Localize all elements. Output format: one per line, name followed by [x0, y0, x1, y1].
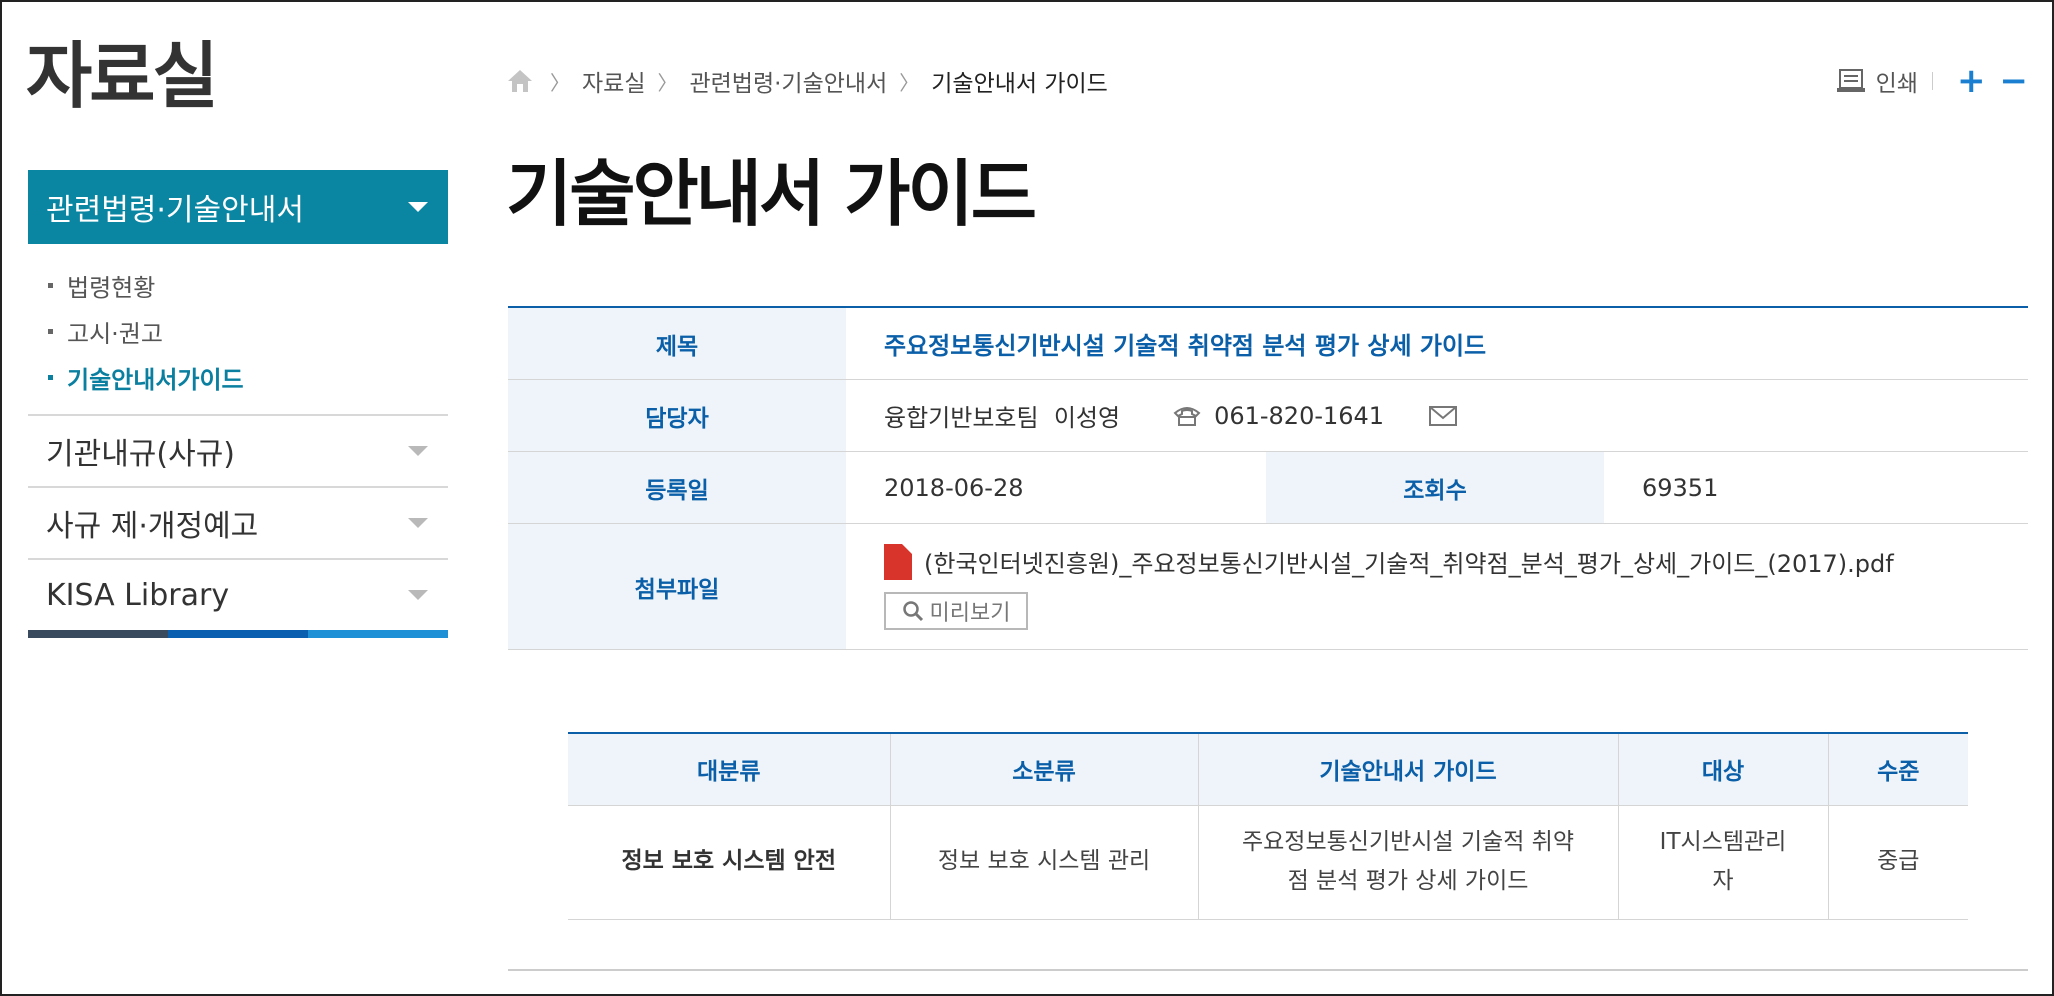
- content-bottom-divider: [508, 969, 2028, 971]
- detail-row-manager: 담당자 융합기반보호팀 이성영 061-820-1641: [508, 380, 2028, 452]
- attachment-cell: (한국인터넷진흥원)_주요정보통신기반시설_기술적_취약점_분석_평가_상세_가…: [846, 524, 1894, 649]
- phone-icon: [1172, 405, 1202, 427]
- column-header: 대상: [1617, 733, 1828, 806]
- bar-segment: [308, 630, 448, 638]
- preview-label: 미리보기: [929, 600, 1011, 626]
- detail-label: 담당자: [508, 380, 846, 451]
- cell-level: 중급: [1827, 805, 1968, 920]
- table-header-row: 대분류 소분류 기술안내서 가이드 대상 수준: [568, 733, 1968, 806]
- home-icon[interactable]: [506, 68, 534, 94]
- breadcrumb-separator: 〉: [550, 70, 570, 95]
- document-title: 주요정보통신기반시설 기술적 취약점 분석 평가 상세 가이드: [884, 332, 1487, 360]
- sidebar-item-label: KISA Library: [46, 577, 230, 613]
- phone-number: 061-820-1641: [1214, 401, 1385, 430]
- chevron-down-icon: [408, 202, 428, 212]
- zoom-in-button[interactable]: +: [1957, 64, 1986, 98]
- page-title: 기술안내서 가이드: [506, 152, 1037, 236]
- search-icon: [902, 600, 923, 621]
- breadcrumb: 〉 자료실 〉 관련법령·기술안내서 〉 기술안내서 가이드: [506, 64, 1108, 98]
- target-line-2: 자: [1712, 868, 1734, 894]
- registration-date: 2018-06-28: [884, 473, 1024, 502]
- cell-minor-category: 정보 보호 시스템 관리: [889, 805, 1198, 920]
- chevron-down-icon: [408, 518, 428, 528]
- sidebar-subitem-guides[interactable]: 기술안내서가이드: [48, 354, 448, 400]
- sidebar-bottom-bar: [28, 630, 448, 638]
- attachment-filename: (한국인터넷진흥원)_주요정보통신기반시설_기술적_취약점_분석_평가_상세_가…: [924, 550, 1894, 578]
- detail-table: 제목 주요정보통신기반시설 기술적 취약점 분석 평가 상세 가이드 담당자 융…: [508, 306, 2028, 650]
- sidebar-submenu: 법령현황 고시·권고 기술안내서가이드: [28, 244, 448, 414]
- detail-value: 융합기반보호팀 이성영 061-820-1641: [846, 380, 2028, 451]
- sidebar-subitem-label: 법령현황: [67, 273, 156, 302]
- sidebar-nav: 관련법령·기술안내서 법령현황 고시·권고 기술안내서가이드 기관내규(사규) …: [28, 170, 448, 638]
- manager-name: 융합기반보호팀 이성영: [884, 404, 1121, 432]
- breadcrumb-separator: 〉: [657, 70, 678, 95]
- section-title: 자료실: [26, 34, 219, 118]
- table-row: 정보 보호 시스템 안전 정보 보호 시스템 관리 주요정보통신기반시설 기술적…: [568, 805, 1968, 920]
- column-header: 대분류: [568, 733, 890, 806]
- print-label: 인쇄: [1875, 71, 1918, 97]
- print-button[interactable]: 인쇄: [1836, 64, 1918, 98]
- chevron-down-icon: [408, 590, 428, 600]
- breadcrumb-item[interactable]: 자료실: [582, 64, 645, 98]
- cell-guide: 주요정보통신기반시설 기술적 취약 점 분석 평가 상세 가이드: [1197, 805, 1618, 920]
- sidebar-item-internal-rules[interactable]: 기관내규(사규): [28, 414, 448, 486]
- print-icon: [1836, 68, 1866, 94]
- bar-segment: [168, 630, 308, 638]
- column-header: 기술안내서 가이드: [1197, 733, 1618, 806]
- column-header: 소분류: [889, 733, 1198, 806]
- page-utilities: 인쇄 + −: [1836, 64, 2028, 98]
- sidebar-item-kisa-library[interactable]: KISA Library: [28, 558, 448, 630]
- detail-label: 제목: [508, 308, 846, 379]
- bullet-icon: [48, 282, 53, 288]
- sidebar-item-rule-revisions[interactable]: 사규 제·개정예고: [28, 486, 448, 558]
- sidebar-subitem-laws[interactable]: 법령현황: [48, 262, 448, 308]
- divider: [1932, 72, 1933, 90]
- bullet-icon: [48, 328, 53, 334]
- sidebar-item-laws-guides[interactable]: 관련법령·기술안내서: [28, 170, 448, 244]
- sidebar-item-label: 사규 제·개정예고: [46, 509, 259, 544]
- detail-row-date: 등록일 2018-06-28 조회수 69351: [508, 452, 2028, 524]
- chevron-down-icon: [408, 446, 428, 456]
- sidebar-item-label: 관련법령·기술안내서: [46, 193, 304, 228]
- detail-label: 첨부파일: [508, 524, 846, 649]
- zoom-out-button[interactable]: −: [2000, 64, 2029, 98]
- bullet-icon: [48, 374, 53, 380]
- breadcrumb-separator: 〉: [899, 70, 920, 95]
- pdf-icon: [884, 543, 912, 580]
- attachment-link[interactable]: (한국인터넷진흥원)_주요정보통신기반시설_기술적_취약점_분석_평가_상세_가…: [884, 543, 1894, 580]
- cell-target: IT시스템관리 자: [1617, 805, 1828, 920]
- sidebar-subitem-notices[interactable]: 고시·권고: [48, 308, 448, 354]
- detail-value: 주요정보통신기반시설 기술적 취약점 분석 평가 상세 가이드: [846, 308, 2028, 379]
- mail-icon[interactable]: [1428, 405, 1458, 427]
- detail-label: 등록일: [508, 452, 846, 523]
- breadcrumb-current: 기술안내서 가이드: [931, 71, 1108, 97]
- detail-row-attachment: 첨부파일 (한국인터넷진흥원)_주요정보통신기반시설_기술적_취약점_분석_평가…: [508, 524, 2028, 650]
- classification-table: 대분류 소분류 기술안내서 가이드 대상 수준 정보 보호 시스템 안전 정보 …: [568, 732, 1968, 920]
- sidebar-subitem-label: 기술안내서가이드: [67, 365, 244, 394]
- column-header: 수준: [1827, 733, 1968, 806]
- guide-line-1: 주요정보통신기반시설 기술적 취약: [1241, 828, 1575, 855]
- preview-button[interactable]: 미리보기: [884, 591, 1028, 630]
- sidebar-item-label: 기관내규(사규): [46, 437, 236, 472]
- target-line-1: IT시스템관리: [1659, 828, 1787, 855]
- detail-label: 조회수: [1266, 452, 1604, 523]
- detail-row-title: 제목 주요정보통신기반시설 기술적 취약점 분석 평가 상세 가이드: [508, 308, 2028, 380]
- view-count: 69351: [1642, 473, 1719, 502]
- guide-line-2: 점 분석 평가 상세 가이드: [1287, 868, 1529, 894]
- bar-segment: [28, 630, 168, 638]
- cell-major-category: 정보 보호 시스템 안전: [568, 805, 890, 920]
- sidebar-subitem-label: 고시·권고: [67, 319, 163, 348]
- breadcrumb-item[interactable]: 관련법령·기술안내서: [689, 64, 887, 98]
